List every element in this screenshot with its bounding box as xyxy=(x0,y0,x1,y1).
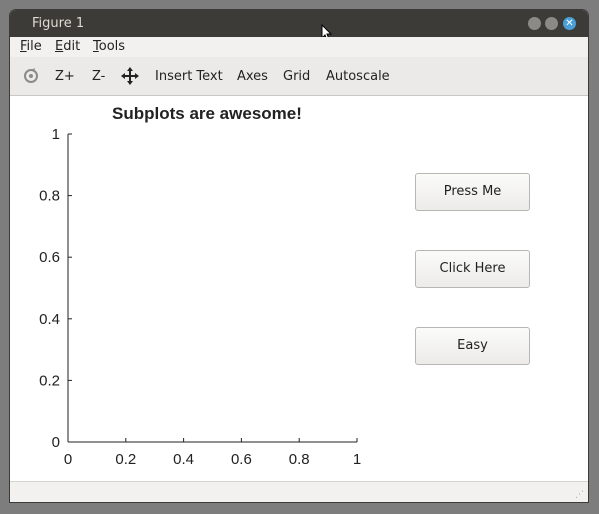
easy-button[interactable]: Easy xyxy=(415,327,530,365)
y-tick-label: 0 xyxy=(52,434,60,451)
autoscale-button[interactable]: Autoscale xyxy=(326,69,390,84)
zoom-out-button[interactable]: Z- xyxy=(92,69,105,84)
menu-edit[interactable]: Edit xyxy=(55,39,80,54)
resize-grip-icon[interactable]: ⋰ xyxy=(575,490,584,500)
zoom-in-button[interactable]: Z+ xyxy=(55,69,75,84)
y-tick-label: 0.8 xyxy=(39,188,60,205)
y-tick-label: 0.2 xyxy=(39,372,60,389)
x-tick-label: 1 xyxy=(353,451,361,468)
x-tick-label: 0.8 xyxy=(289,451,310,468)
y-tick-label: 0.4 xyxy=(39,311,60,328)
rotate-icon[interactable] xyxy=(22,67,40,85)
menu-file[interactable]: File xyxy=(20,39,42,54)
window-title: Figure 1 xyxy=(32,16,85,31)
insert-text-button[interactable]: Insert Text xyxy=(155,69,223,84)
x-tick-label: 0.2 xyxy=(115,451,136,468)
y-tick-label: 1 xyxy=(52,126,60,143)
status-bar: ⋰ xyxy=(10,481,588,502)
plot-axes[interactable]: 0 0.2 0.4 0.6 0.8 1 0 0.2 0.4 0.6 0.8 1 xyxy=(10,96,410,481)
press-me-button[interactable]: Press Me xyxy=(415,173,530,211)
click-here-button[interactable]: Click Here xyxy=(415,250,530,288)
x-tick-label: 0 xyxy=(64,451,72,468)
menu-tools[interactable]: Tools xyxy=(93,39,125,54)
minimize-button[interactable] xyxy=(528,17,541,30)
maximize-button[interactable] xyxy=(545,17,558,30)
close-button[interactable]: ✕ xyxy=(563,17,576,30)
figure-window: Figure 1 ✕ File Edit Tools Z+ Z- Insert … xyxy=(10,10,588,502)
toolbar: Z+ Z- Insert Text Axes Grid Autoscale xyxy=(10,57,588,96)
axes-button[interactable]: Axes xyxy=(237,69,268,84)
x-tick-label: 0.4 xyxy=(173,451,194,468)
figure-canvas[interactable]: Subplots are awesome! 0 0.2 0.4 0.6 0.8 1 0 0.2… xyxy=(10,96,588,481)
pan-move-icon[interactable] xyxy=(120,66,140,86)
menu-bar: File Edit Tools xyxy=(10,37,588,57)
grid-button[interactable]: Grid xyxy=(283,69,310,84)
y-tick-label: 0.6 xyxy=(39,249,60,266)
x-tick-label: 0.6 xyxy=(231,451,252,468)
title-bar[interactable]: Figure 1 ✕ xyxy=(10,10,588,37)
